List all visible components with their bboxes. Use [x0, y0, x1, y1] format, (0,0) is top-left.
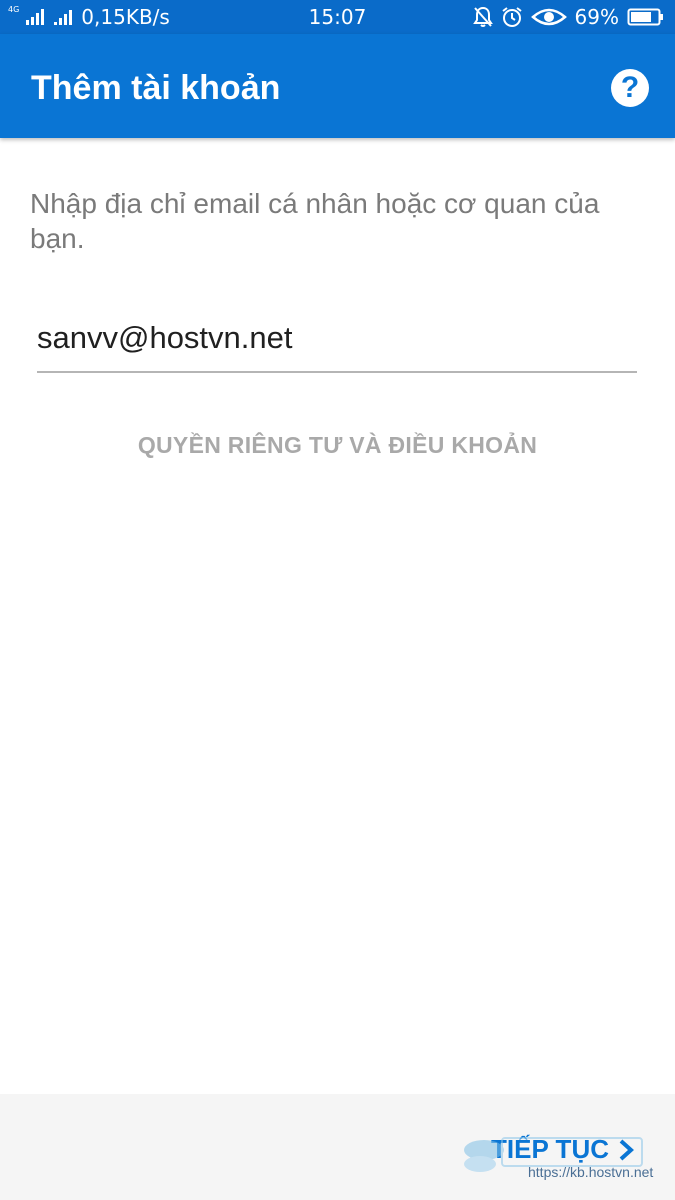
email-field[interactable] [37, 305, 637, 373]
privacy-terms-link[interactable]: QUYỀN RIÊNG TƯ VÀ ĐIỀU KHOẢN [0, 432, 675, 459]
help-button[interactable]: ? [611, 69, 649, 107]
continue-button[interactable]: TIẾP TỤC [491, 1134, 635, 1165]
chevron-right-icon [619, 1139, 634, 1160]
page-title: Thêm tài khoản [31, 69, 281, 107]
status-bar: 4G 0,15KB/s 15:07 69% [0, 0, 675, 34]
bell-muted-icon [472, 6, 493, 27]
email-instruction: Nhập địa chỉ email cá nhân hoặc cơ quan … [30, 188, 600, 254]
bottom-bar: TIẾP TỤC [0, 1094, 675, 1200]
alarm-icon [501, 7, 522, 27]
eye-icon [530, 8, 567, 26]
continue-label: TIẾP TỤC [491, 1134, 609, 1164]
status-right: 69% [472, 4, 665, 30]
app-bar: Thêm tài khoản ? [0, 34, 675, 138]
battery-percent: 69% [574, 5, 619, 29]
battery-icon [627, 8, 663, 26]
